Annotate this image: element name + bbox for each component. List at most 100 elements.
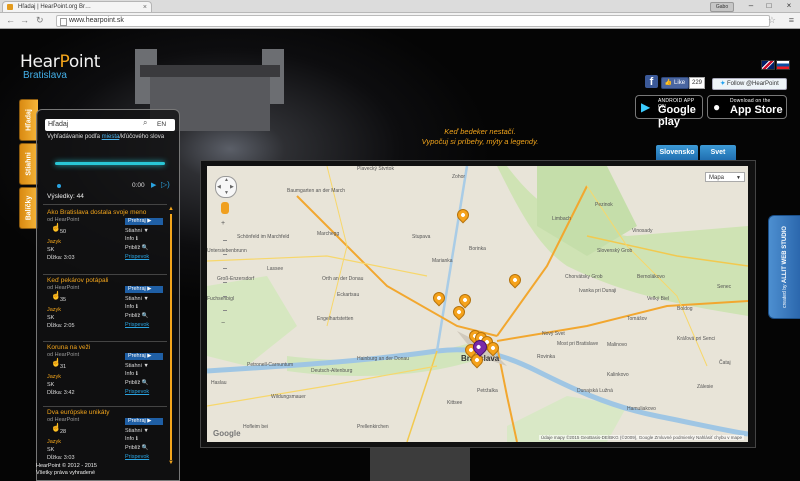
zoom-out-icon[interactable]: − (221, 320, 225, 327)
facebook-like-button[interactable]: 👍 Like (661, 77, 689, 89)
item-lang-label: Jazyk (47, 307, 62, 313)
play-button[interactable]: Prehraj ▶ (125, 218, 163, 225)
download-button[interactable]: Stiahni ▼ (125, 228, 149, 234)
bookmark-star-icon[interactable]: ☆ (768, 15, 776, 26)
map-label: Orth an der Donau (322, 276, 364, 282)
app-store-label: App Store (730, 104, 783, 116)
zoom-to-button[interactable]: Priblíž 🔍 (125, 313, 149, 319)
browser-menu-icon[interactable]: ≡ (789, 15, 794, 25)
twitter-follow-label: Follow @HearPoint (726, 81, 779, 87)
divider (43, 341, 167, 342)
contribution-link[interactable]: Prispevok (125, 254, 149, 260)
user-badge[interactable]: Gabo (710, 2, 734, 12)
map-label: Fuchsenbigl (207, 296, 234, 302)
pan-right-icon[interactable]: ▶ (230, 184, 234, 190)
forward-icon[interactable]: → (20, 15, 29, 26)
favicon-icon (7, 4, 13, 10)
pan-down-icon[interactable]: ▼ (224, 190, 229, 196)
search-hint: Vyhľadávanie podľa miesta/kľúčového slov… (47, 134, 164, 140)
player-time: 0:00 (132, 182, 145, 189)
info-button[interactable]: Info ℹ (125, 371, 138, 377)
zoom-to-button[interactable]: Priblíž 🔍 (125, 445, 149, 451)
map-label: Schönfeld im Marchfeld (237, 234, 290, 240)
download-button[interactable]: Stiahni ▼ (125, 363, 149, 369)
list-item[interactable]: Ako Bratislava dostala svoje meno od Hea… (47, 209, 165, 275)
contribution-link[interactable]: Prispevok (125, 322, 149, 328)
app-store-button[interactable]: ● Download on the App Store (707, 95, 787, 119)
en-flag-icon[interactable] (761, 60, 775, 70)
info-button[interactable]: Info ℹ (125, 436, 138, 442)
pan-up-icon[interactable]: ▲ (224, 177, 229, 183)
search-icon[interactable]: ⌕ (143, 118, 147, 128)
search-input[interactable]: Hľadaj ⌕ EN (45, 118, 175, 131)
map-label: Deutsch-Altenburg (311, 368, 353, 374)
language-toggle[interactable]: EN (157, 119, 166, 131)
hint-pre: Vyhľadávanie podľa (47, 134, 102, 140)
like-count: 229 (689, 77, 705, 89)
hint-link[interactable]: miesta (102, 134, 120, 140)
street-view-pegman-icon[interactable] (221, 202, 229, 214)
contribution-link[interactable]: Prispevok (125, 454, 149, 460)
map-label: Dunajská Lužná (577, 388, 613, 394)
apple-icon: ● (713, 100, 721, 114)
close-window-icon[interactable]: × (780, 0, 798, 12)
google-play-button[interactable]: ▶ ANDROID APP ON Google play (635, 95, 703, 128)
download-button[interactable]: Stiahni ▼ (125, 296, 149, 302)
play-button[interactable]: Prehraj ▶ (125, 353, 163, 360)
twitter-follow-button[interactable]: ✦ Follow @HearPoint (712, 78, 787, 90)
browser-tab[interactable]: Hľadaj | HearPoint.org Br… × (2, 1, 152, 12)
contribution-link[interactable]: Prispevok (125, 389, 149, 395)
scroll-track[interactable] (170, 214, 172, 460)
scroll-up-icon[interactable]: ▲ (168, 206, 174, 212)
url-input[interactable]: www.hearpoint.sk (56, 15, 770, 27)
logo-text-b: P (59, 52, 69, 72)
facebook-icon[interactable]: f (645, 75, 658, 88)
item-duration: Dĺžka: 3:03 (47, 255, 75, 261)
panel-scrollbar[interactable]: ▲ ▼ (168, 206, 174, 468)
item-lang: SK (47, 315, 55, 321)
maximize-icon[interactable]: □ (760, 0, 778, 12)
allit-web-studio-badge[interactable]: created by ALLIT WEB STUDIO (768, 215, 800, 319)
scroll-down-icon[interactable]: ▼ (168, 460, 174, 466)
sk-flag-icon[interactable] (776, 60, 790, 70)
item-lang-label: Jazyk (47, 239, 62, 245)
volume-icon[interactable]: ▷) (161, 180, 170, 189)
logo-subtitle: Bratislava (23, 70, 67, 81)
item-title[interactable]: Keď pekárov potápali (47, 277, 108, 284)
zoom-in-icon[interactable]: + (221, 220, 225, 227)
info-button[interactable]: Info ℹ (125, 236, 138, 242)
zoom-tick (223, 254, 227, 255)
play-icon[interactable]: ▶ (151, 181, 156, 189)
tab-slovensko[interactable]: Slovensko (656, 145, 698, 161)
map-label: Malinovo (607, 342, 628, 348)
progress-dot-icon[interactable] (57, 184, 61, 188)
item-title[interactable]: Ako Bratislava dostala svoje meno (47, 209, 146, 216)
google-logo: Google (213, 429, 241, 438)
waveform[interactable] (55, 162, 165, 165)
download-button[interactable]: Stiahni ▼ (125, 428, 149, 434)
item-title[interactable]: Koruna na veži (47, 344, 90, 351)
tab-svet[interactable]: Svet (700, 145, 736, 161)
minimize-icon[interactable]: – (742, 0, 760, 12)
zoom-to-button[interactable]: Priblíž 🔍 (125, 380, 149, 386)
google-map[interactable]: Zohor Plavecký Štvrtok Stupava Borinka M… (207, 166, 748, 442)
list-item[interactable]: Koruna na veži od HearPoint ☝ 31 Jazyk S… (47, 344, 165, 410)
info-button[interactable]: Info ℹ (125, 304, 138, 310)
map-label: Petržalka (477, 388, 498, 394)
tab-close-icon[interactable]: × (143, 2, 147, 12)
zoom-tick (223, 310, 227, 311)
divider (43, 204, 167, 205)
reload-icon[interactable]: ↻ (36, 15, 44, 26)
back-icon[interactable]: ← (6, 15, 15, 26)
pan-control[interactable]: ▲ ▼ ◀ ▶ (215, 176, 237, 198)
zoom-slider[interactable]: + − (221, 220, 228, 330)
map-type-select[interactable]: Mapa ▼ (705, 172, 745, 182)
item-title[interactable]: Dva európske unikáty (47, 409, 110, 416)
hearpoint-logo[interactable]: HearPoint (20, 52, 100, 72)
play-button[interactable]: Prehraj ▶ (125, 286, 163, 293)
list-item[interactable]: Keď pekárov potápali od HearPoint ☝ 35 J… (47, 277, 165, 343)
item-count: 35 (60, 297, 67, 303)
zoom-to-button[interactable]: Priblíž 🔍 (125, 245, 149, 251)
pan-left-icon[interactable]: ◀ (217, 184, 221, 190)
play-button[interactable]: Prehraj ▶ (125, 418, 163, 425)
